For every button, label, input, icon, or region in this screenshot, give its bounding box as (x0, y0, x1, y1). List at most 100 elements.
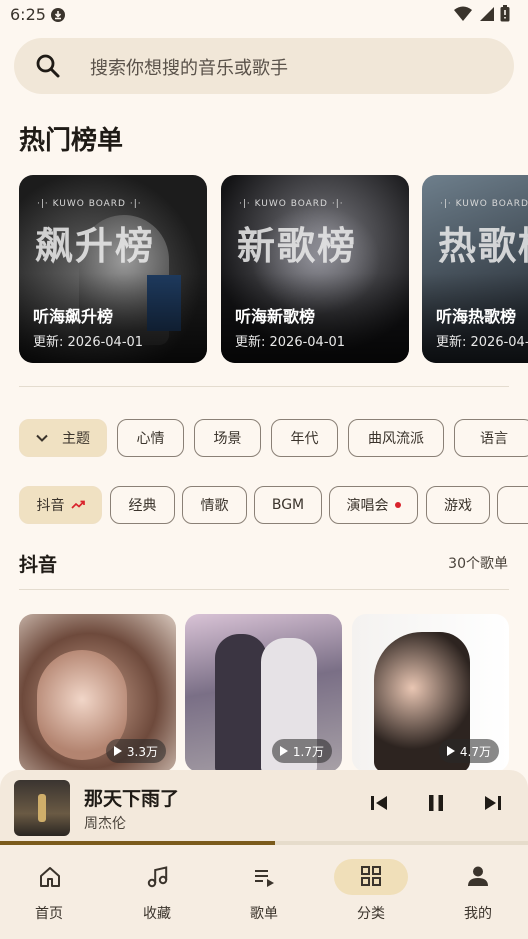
board-brand: ·|· KUWO BOARD ·|· (37, 199, 142, 209)
play-icon (446, 746, 455, 756)
signal-icon (478, 6, 494, 26)
battery-icon (500, 5, 510, 26)
play-icon (113, 746, 122, 756)
nav-label: 歌单 (250, 906, 278, 922)
song-artist: 周杰伦 (84, 816, 126, 832)
mini-player[interactable]: 那天下雨了 周杰伦 (0, 770, 528, 846)
tag-chip-row: 抖音 经典 情歌 BGM 演唱会 游戏 (19, 486, 528, 526)
chip-more[interactable] (497, 486, 528, 524)
wifi-icon (454, 6, 472, 26)
nav-label: 收藏 (143, 906, 171, 922)
chip-concert[interactable]: 演唱会 (329, 486, 418, 524)
pause-icon (429, 795, 443, 811)
trending-up-icon (70, 500, 85, 509)
nav-home[interactable]: 首页 (0, 845, 106, 939)
chip-label: 抖音 (36, 498, 65, 514)
chip-label: 语言 (480, 431, 508, 447)
bottom-nav: 首页 收藏 歌单 分类 我的 (0, 845, 528, 939)
nav-categories[interactable]: 分类 (318, 845, 424, 939)
chip-mood[interactable]: 心情 (117, 419, 184, 457)
nav-label: 我的 (464, 906, 492, 922)
home-icon (40, 867, 60, 887)
chip-douyin[interactable]: 抖音 (19, 486, 102, 524)
chip-label: 主题 (62, 431, 90, 447)
chip-scene[interactable]: 场景 (194, 419, 261, 457)
section-divider (19, 589, 509, 590)
board-big-title: 飙升榜 (35, 224, 156, 268)
search-bar[interactable]: 搜索你想搜的音乐或歌手 (14, 38, 514, 94)
next-button[interactable] (484, 794, 502, 816)
search-placeholder: 搜索你想搜的音乐或歌手 (90, 58, 288, 79)
board-brand: ·|· KUWO BOARD ·|· (440, 199, 528, 209)
play-count: 3.3万 (126, 744, 158, 759)
music-note-icon (147, 866, 168, 888)
boards-carousel[interactable]: ·|· KUWO BOARD ·|· 飙升榜 听海飙升榜 更新: 2026-04… (19, 175, 528, 363)
board-date: 更新: 2026-04-01 (436, 335, 528, 350)
board-card[interactable]: ·|· KUWO BOARD ·|· 新歌榜 听海新歌榜 更新: 2026-04… (221, 175, 409, 363)
pause-button[interactable] (428, 794, 444, 816)
playlist-count: 30个歌单 (448, 556, 508, 572)
chip-game[interactable]: 游戏 (426, 486, 490, 524)
board-brand: ·|· KUWO BOARD ·|· (239, 199, 344, 209)
board-date: 更新: 2026-04-01 (33, 335, 144, 350)
nav-favorites[interactable]: 收藏 (104, 845, 210, 939)
chip-language[interactable]: 语言 (454, 419, 528, 457)
play-count-badge: 3.3万 (105, 739, 166, 763)
chip-era[interactable]: 年代 (271, 419, 338, 457)
skip-previous-icon (371, 796, 387, 810)
download-icon (50, 7, 66, 23)
board-name: 听海热歌榜 (436, 307, 517, 326)
album-cover-figure (38, 794, 46, 822)
chip-love-songs[interactable]: 情歌 (182, 486, 247, 524)
nav-profile[interactable]: 我的 (425, 845, 528, 939)
status-icons (454, 5, 510, 26)
chip-label: 演唱会 (346, 498, 389, 514)
skip-next-icon (485, 796, 501, 810)
category-chip-row: 主题 心情 场景 年代 曲风流派 语言 (19, 419, 528, 459)
chip-label: 情歌 (200, 498, 229, 514)
board-big-title: 热歌榜 (438, 224, 528, 268)
red-dot-icon (394, 502, 401, 508)
playlist-cover-art (215, 634, 267, 772)
album-cover (14, 780, 70, 836)
chip-classic[interactable]: 经典 (110, 486, 175, 524)
grid-icon (361, 866, 381, 886)
play-count: 1.7万 (292, 744, 324, 759)
section-divider (19, 386, 509, 387)
play-count-badge: 1.7万 (271, 739, 332, 763)
chip-genre[interactable]: 曲风流派 (348, 419, 444, 457)
chip-label: 场景 (213, 431, 242, 447)
category-title: 抖音 (19, 554, 58, 576)
playlist-card[interactable]: 1.7万 (185, 614, 342, 772)
board-card[interactable]: ·|· KUWO BOARD ·|· 飙升榜 听海飙升榜 更新: 2026-04… (19, 175, 207, 363)
board-card[interactable]: ·|· KUWO BOARD ·|· 热歌榜 听海热歌榜 更新: 2026-04… (422, 175, 528, 363)
board-date: 更新: 2026-04-01 (235, 335, 346, 350)
nav-pill (452, 859, 526, 895)
board-big-title: 新歌榜 (237, 224, 358, 268)
nav-label: 首页 (35, 906, 63, 922)
nav-label: 分类 (357, 906, 385, 922)
chip-label: 心情 (136, 431, 165, 447)
previous-button[interactable] (370, 794, 388, 816)
board-name: 听海新歌榜 (235, 307, 316, 326)
playlist-icon (255, 870, 274, 887)
search-icon (36, 54, 60, 78)
chip-label: 经典 (128, 498, 157, 514)
play-count: 4.7万 (459, 744, 491, 759)
status-bar: 6:25 (0, 0, 528, 30)
playlist-card[interactable]: 3.3万 (19, 614, 176, 772)
app-screen: 6:25 搜索你想搜的音乐或歌手 热门榜单 ·|· KUWO BOARD ·|·… (0, 0, 528, 939)
chip-label: 年代 (290, 431, 319, 447)
chip-label: 曲风流派 (368, 431, 424, 447)
chip-label: 游戏 (444, 498, 472, 514)
chip-bgm[interactable]: BGM (254, 486, 322, 524)
song-title: 那天下雨了 (84, 788, 180, 810)
nav-playlists[interactable]: 歌单 (211, 845, 317, 939)
play-count-badge: 4.7万 (438, 739, 499, 763)
playlist-card[interactable]: 4.7万 (352, 614, 509, 772)
play-icon (279, 746, 288, 756)
chevron-down-icon (36, 434, 48, 442)
status-time: 6:25 (10, 5, 46, 24)
chip-theme[interactable]: 主题 (19, 419, 107, 457)
board-name: 听海飙升榜 (33, 307, 114, 326)
